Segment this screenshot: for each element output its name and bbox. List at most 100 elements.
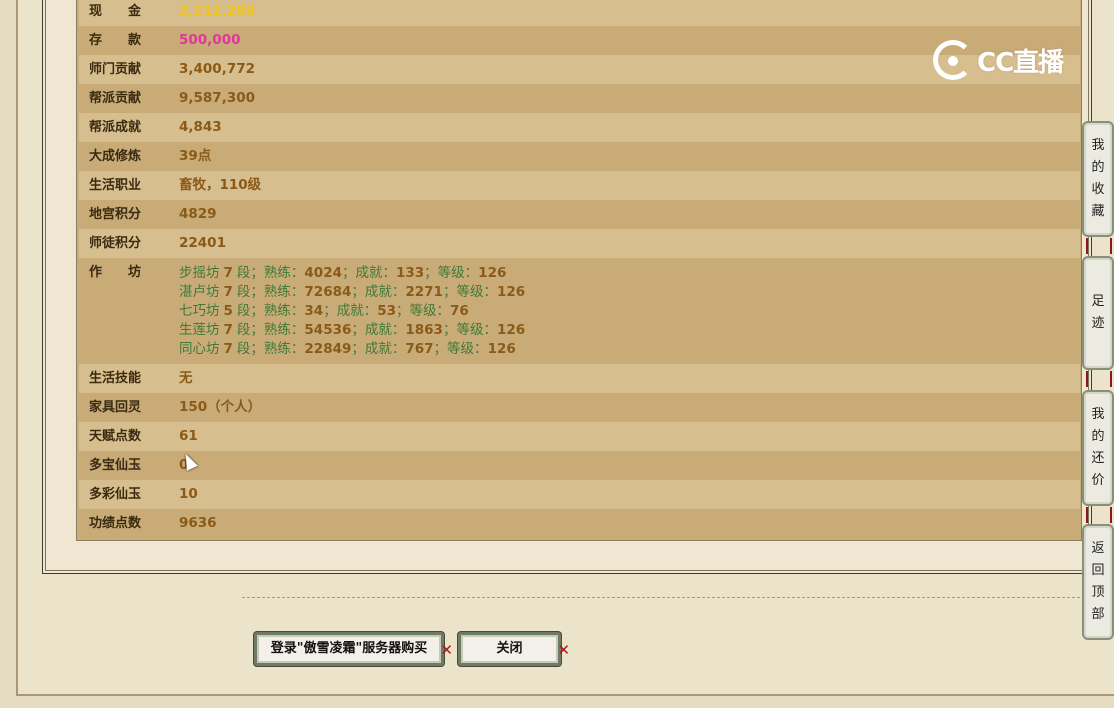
workshop-text: ；成就： [323,303,378,319]
workshop-number: 7 [223,322,233,338]
deposit-value: 500,000 [179,32,241,48]
workshop-text: ；成就： [351,322,406,338]
workshop-text: ；成就： [351,284,406,300]
row-value: 61 [179,428,198,444]
side-tab-char: 返 [1091,541,1105,556]
workshop-text: ；等级： [442,284,497,300]
row-value: 4829 [179,206,217,222]
close-button[interactable]: 关闭 ✕ [458,632,570,666]
workshop-text: 段；熟练： [236,265,305,281]
side-tab-char: 部 [1091,607,1105,622]
row-label: 师徒积分 [89,236,142,251]
workshop-number: 126 [478,265,507,281]
workshop-lines: 步摇坊 7 段；熟练：4024；成就：133；等级：126 湛卢坊 7 段；熟练：7268… [179,258,525,359]
close-mark-icon: ✕ [557,641,570,659]
table-row: 师门贡献 3,400,772 [79,55,1080,84]
row-value: 150（个人） [179,399,262,415]
row-label: 天赋点数 [89,429,142,444]
table-row: 帮派贡献 9,587,300 [79,84,1080,113]
login-server-purchase-button[interactable]: 登录"傲雪凌霜"服务器购买 ✕ [254,632,453,666]
workshop-number: 767 [405,341,434,357]
workshop-line: 步摇坊 7 段；熟练：4024；成就：133；等级：126 [179,264,525,283]
row-value: 4,843 [179,119,222,135]
workshop-number: 7 [223,265,233,281]
side-tab-char: 还 [1091,451,1105,466]
workshop-text: 步摇坊 [179,265,220,281]
table-row: 生活职业 畜牧，110级 [79,171,1080,200]
side-tab-back-to-top[interactable]: 返回顶部 [1082,524,1114,640]
side-tab-char: 我 [1091,138,1105,153]
table-row: 生活技能 无 [79,364,1080,393]
close-button-label: 关闭 [496,641,523,656]
table-row: 多宝仙玉 0 [79,451,1080,480]
table-row: 功绩点数 9636 [79,509,1080,538]
workshop-text: ；等级： [396,303,450,319]
workshop-line: 生莲坊 7 段；熟练：54536；成就：1863；等级：126 [179,321,525,340]
workshop-number: 72684 [304,284,352,300]
workshop-text: 同心坊 [179,341,220,357]
row-value: 22401 [179,235,226,251]
workshop-number: 126 [487,341,516,357]
table-row: 多彩仙玉 10 [79,480,1080,509]
row-value: 畜牧，110级 [179,177,262,193]
workshop-number: 7 [223,341,233,357]
side-tab-char: 收 [1091,182,1105,197]
row-label: 帮派成就 [89,120,142,135]
workshop-text: 段；熟练： [236,341,305,357]
row-label: 多宝仙玉 [89,458,142,473]
workshop-text: 段；熟练： [236,303,305,319]
side-tab-char: 足 [1091,294,1105,309]
row-label: 功绩点数 [89,516,142,531]
workshop-number: 4024 [304,265,342,281]
row-label: 地宫积分 [89,207,142,222]
dotted-divider [242,597,1080,598]
side-tab-footprints[interactable]: 足迹 [1082,256,1114,370]
row-label: 生活职业 [89,178,142,193]
side-tab-char: 的 [1091,429,1105,444]
side-tab-char: 我 [1091,407,1105,422]
close-mark-icon: ✕ [440,641,453,659]
workshop-number: 133 [395,265,425,281]
row-label: 师门贡献 [89,62,142,77]
workshop-text: ；成就： [341,265,396,281]
cc-live-logo: CC直播 [933,38,1081,82]
workshop-text: 段；熟练： [236,322,305,338]
tab-connector [1086,238,1112,254]
side-tab-favorites[interactable]: 我的收藏 [1082,121,1114,237]
side-tab-bargain[interactable]: 我的还价 [1082,390,1114,506]
side-tab-char: 藏 [1091,204,1105,219]
workshop-text: ；等级： [433,341,488,357]
workshop-text: 段；熟练： [236,284,305,300]
row-value: 9,587,300 [179,90,256,106]
table-row: 师徒积分 22401 [79,229,1080,258]
side-tab-char: 回 [1091,563,1105,578]
tab-connector [1086,371,1112,387]
row-value: 无 [179,370,193,386]
workshop-text: 湛卢坊 [179,284,220,300]
side-tab-char: 迹 [1091,316,1105,331]
workshop-line: 七巧坊 5 段；熟练：34；成就：53；等级：76 [179,302,525,321]
table-row: 大成修炼 39点 [79,142,1080,171]
workshop-number: 34 [304,303,324,319]
workshop-number: 76 [450,303,469,319]
workshop-text: ；等级： [424,265,479,281]
workshop-text: 生莲坊 [179,322,220,338]
character-info-table: 现 金 2,212,288 存 款 500,000 师门贡献 3,400,772… [76,0,1082,541]
side-tab-char: 顶 [1091,585,1105,600]
logo-text: CC直播 [977,47,1064,78]
row-value: 9636 [179,515,217,531]
row-label: 多彩仙玉 [89,487,142,502]
login-button-label: 登录"傲雪凌霜"服务器购买 [270,641,428,656]
row-value: 10 [179,486,198,502]
row-label: 大成修炼 [89,149,142,164]
workshop-text: ；成就： [351,341,406,357]
table-row: 存 款 500,000 [79,26,1080,55]
workshop-number: 54536 [304,322,352,338]
cc-logo-icon [933,40,973,80]
workshop-number: 22849 [304,341,352,357]
row-label: 存 款 [89,33,142,48]
row-value: 3,400,772 [179,61,256,77]
row-label: 作 坊 [89,265,142,280]
workshop-number: 5 [223,303,233,319]
workshop-number: 126 [496,322,526,338]
